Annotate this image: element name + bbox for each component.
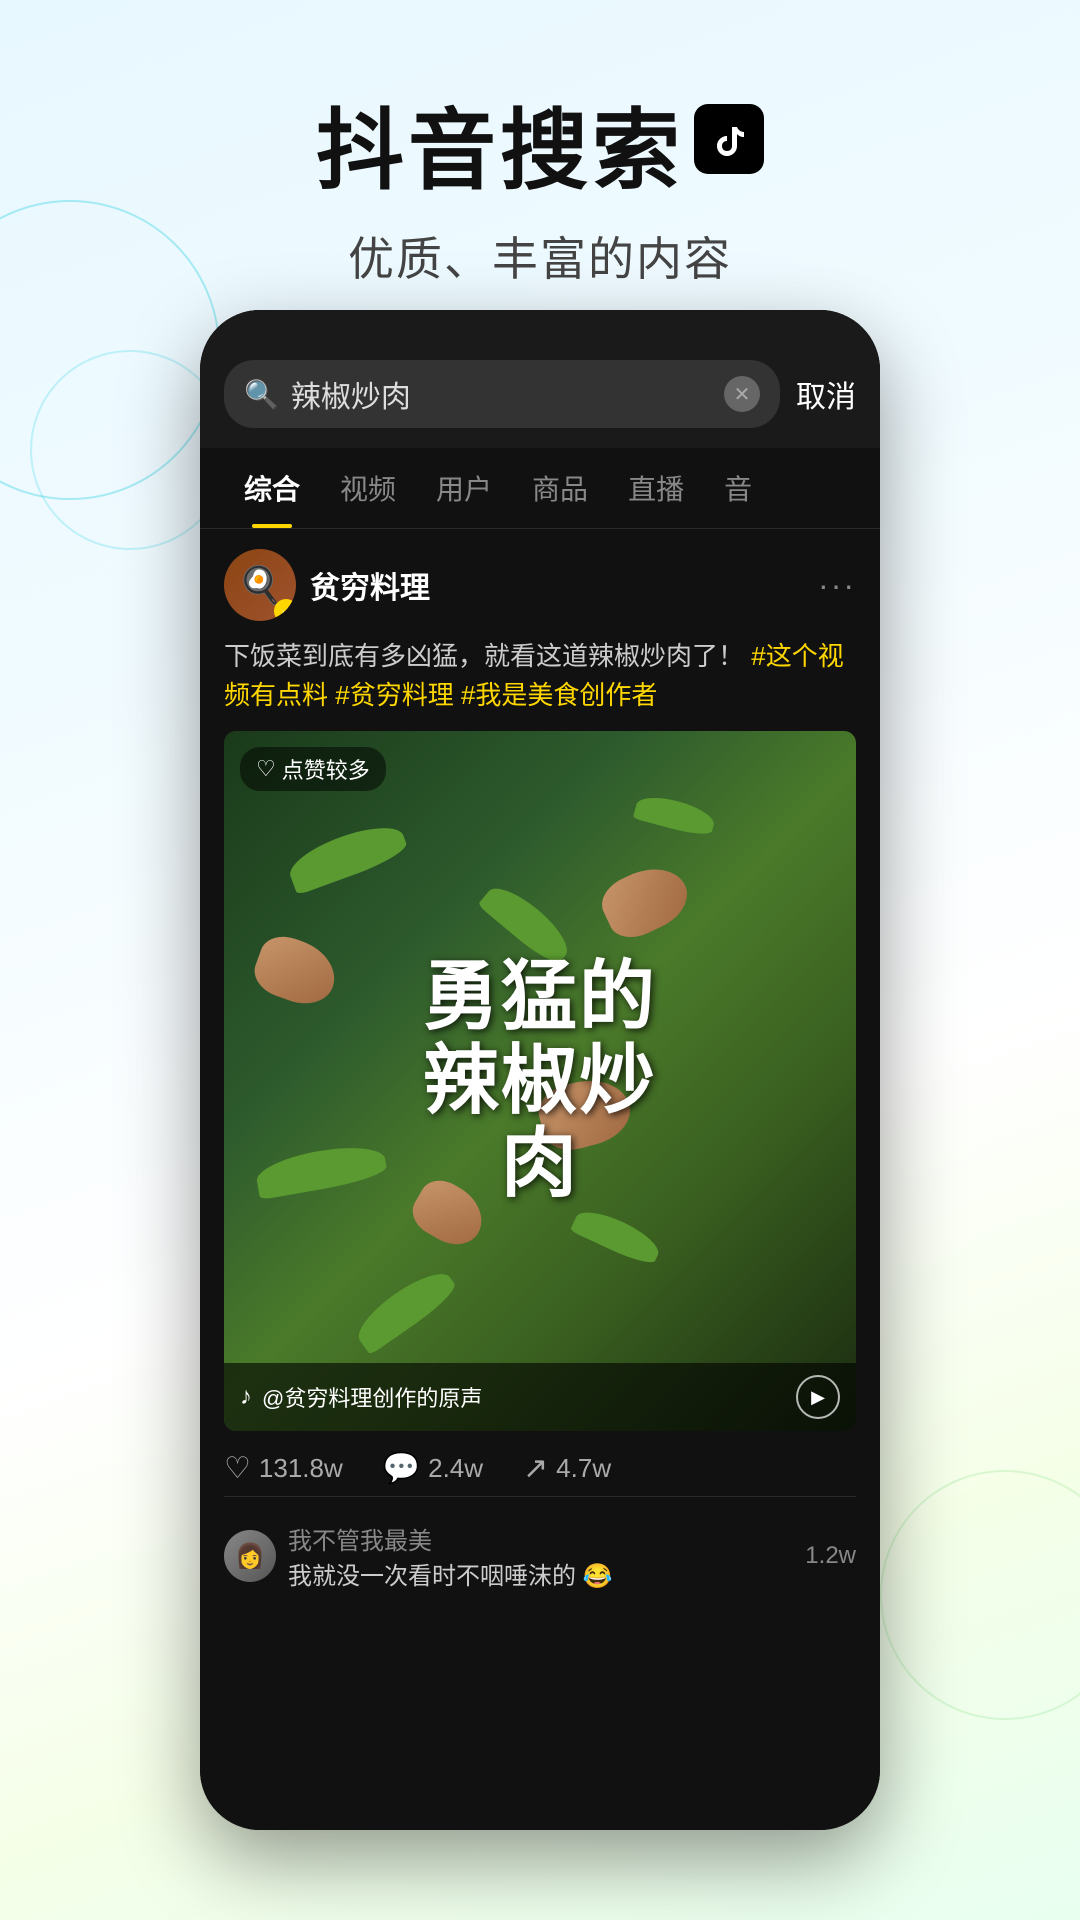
username: 贫穷料理 — [310, 563, 430, 607]
likes-count[interactable]: ♡ 131.8w — [224, 1451, 343, 1486]
like-badge: ♡ 点赞较多 — [240, 747, 386, 791]
tab-user[interactable]: 用户 — [416, 448, 512, 528]
pepper-4 — [569, 1203, 663, 1268]
engagement-row: ♡ 131.8w 💬 2.4w ↗ 4.7w — [224, 1431, 856, 1496]
comments-area: 👩 我不管我最美 我就没一次看时不咽唾沫的 😂 1.2w — [224, 1496, 856, 1599]
tiktok-logo-icon — [694, 104, 764, 174]
video-thumbnail[interactable]: 勇猛的 辣椒炒 肉 ♡ 点赞较多 ♪ @贫穷料理创作 — [224, 731, 856, 1431]
post-description: 下饭菜到底有多凶猛，就看这道辣椒炒肉了！ #这个视频有点料 #贫穷料理 #我是美… — [224, 637, 856, 715]
overlay-line-3: 肉 — [256, 1123, 825, 1207]
pepper-6 — [633, 791, 718, 839]
cancel-button[interactable]: 取消 — [796, 372, 856, 416]
comments-count[interactable]: 💬 2.4w — [383, 1451, 483, 1486]
shares-value: 4.7w — [556, 1453, 611, 1484]
avatar-emoji: 🍳 — [238, 564, 283, 606]
content-area: 🍳 ✓ 贫穷料理 ··· 下饭菜到底有多凶猛，就看这道辣椒炒肉了！ #这个视频有… — [200, 529, 880, 1619]
hashtag-3[interactable]: #我是美食创作者 — [461, 680, 657, 710]
hashtag-2[interactable]: #贫穷料理 — [335, 680, 453, 710]
title-text: 抖音搜索 — [316, 80, 684, 207]
search-bar-area: 🔍 辣椒炒肉 ✕ 取消 — [200, 310, 880, 448]
tabs-row: 综合 视频 用户 商品 直播 音 — [200, 448, 880, 529]
play-icon: ▶ — [811, 1387, 825, 1408]
avatar: 🍳 ✓ — [224, 549, 296, 621]
pepper-1 — [284, 817, 410, 896]
audio-bar: ♪ @贫穷料理创作的原声 ▶ — [224, 1363, 856, 1431]
clear-icon: ✕ — [734, 382, 751, 407]
verified-badge: ✓ — [274, 599, 296, 621]
shares-count[interactable]: ↗ 4.7w — [523, 1451, 611, 1486]
comment-avatar: 👩 — [224, 1530, 276, 1582]
phone-frame: 🔍 辣椒炒肉 ✕ 取消 综合 视频 用户 — [200, 310, 880, 1830]
tiktok-note-icon: ♪ — [240, 1383, 252, 1411]
tab-audio[interactable]: 音 — [704, 448, 772, 528]
tab-live[interactable]: 直播 — [608, 448, 704, 528]
comment-row: 👩 我不管我最美 我就没一次看时不咽唾沫的 😂 1.2w — [224, 1513, 856, 1599]
phone-mockup: 🔍 辣椒炒肉 ✕ 取消 综合 视频 用户 — [200, 310, 880, 1830]
comment-avatar-emoji: 👩 — [235, 1542, 265, 1571]
comment-username: 我不管我最美 — [288, 1521, 793, 1556]
share-icon: ↗ — [523, 1451, 548, 1486]
search-clear-button[interactable]: ✕ — [724, 376, 760, 412]
tab-comprehensive[interactable]: 综合 — [224, 448, 320, 528]
user-info: 🍳 ✓ 贫穷料理 — [224, 549, 430, 621]
heart-icon: ♡ — [224, 1451, 251, 1486]
overlay-line-1: 勇猛的 — [256, 956, 825, 1040]
main-title: 抖音搜索 — [0, 80, 1080, 207]
meat-4 — [594, 856, 696, 946]
comment-icon: 💬 — [383, 1451, 420, 1486]
audio-info: ♪ @贫穷料理创作的原声 — [240, 1381, 482, 1413]
overlay-line-2: 辣椒炒 — [256, 1039, 825, 1123]
post-main-text: 下饭菜到底有多凶猛，就看这道辣椒炒肉了！ — [224, 641, 744, 671]
play-button[interactable]: ▶ — [796, 1375, 840, 1419]
comment-content: 我不管我最美 我就没一次看时不咽唾沫的 😂 — [288, 1521, 793, 1591]
verified-icon: ✓ — [281, 604, 291, 618]
bg-circle-3 — [880, 1470, 1080, 1720]
comment-text: 我就没一次看时不咽唾沫的 😂 — [288, 1556, 793, 1591]
pepper-5 — [350, 1263, 461, 1356]
audio-text: @贫穷料理创作的原声 — [262, 1381, 482, 1413]
search-icon: 🔍 — [244, 378, 279, 411]
video-background: 勇猛的 辣椒炒 肉 — [224, 731, 856, 1431]
search-query-text: 辣椒炒肉 — [291, 372, 712, 416]
search-input-box[interactable]: 🔍 辣椒炒肉 ✕ — [224, 360, 780, 428]
comment-likes: 1.2w — [805, 1542, 856, 1570]
tab-product[interactable]: 商品 — [512, 448, 608, 528]
tab-video[interactable]: 视频 — [320, 448, 416, 528]
more-options-icon[interactable]: ··· — [818, 567, 856, 604]
likes-value: 131.8w — [259, 1453, 343, 1484]
heart-icon: ♡ — [256, 756, 276, 782]
comments-value: 2.4w — [428, 1453, 483, 1484]
phone-screen: 🔍 辣椒炒肉 ✕ 取消 综合 视频 用户 — [200, 310, 880, 1830]
video-overlay-text: 勇猛的 辣椒炒 肉 — [256, 956, 825, 1207]
like-badge-text: 点赞较多 — [282, 753, 370, 785]
user-row: 🍳 ✓ 贫穷料理 ··· — [224, 549, 856, 621]
